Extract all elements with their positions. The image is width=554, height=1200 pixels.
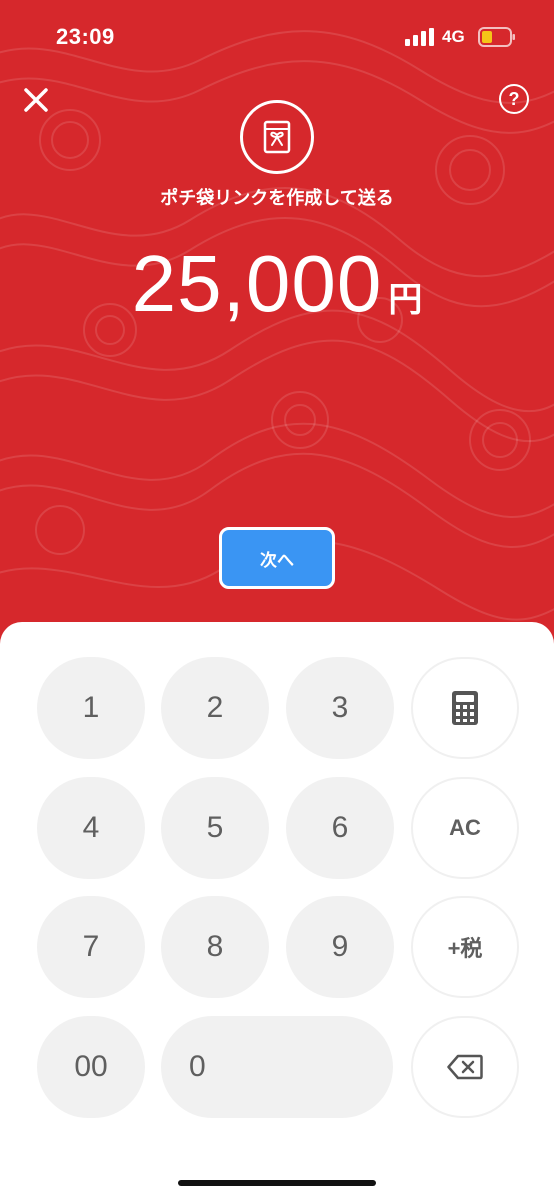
envelope-gift-icon bbox=[240, 100, 314, 174]
close-icon bbox=[24, 88, 48, 112]
key-0[interactable]: 0 bbox=[161, 1016, 393, 1118]
status-bar: 23:09 4G bbox=[0, 0, 554, 80]
amount-display: 25,000 円 bbox=[0, 238, 554, 330]
key-7[interactable]: 7 bbox=[37, 896, 145, 998]
close-button[interactable] bbox=[18, 82, 54, 118]
amount-value: 25,000 bbox=[131, 239, 383, 328]
hero-background: 23:09 4G ? ポチ袋リンクを作成して送る 25,000 円 次へ bbox=[0, 0, 554, 650]
backspace-button[interactable] bbox=[411, 1016, 519, 1118]
battery-icon bbox=[478, 26, 516, 53]
key-5[interactable]: 5 bbox=[161, 777, 269, 879]
key-4[interactable]: 4 bbox=[37, 777, 145, 879]
network-type: 4G bbox=[442, 27, 465, 46]
help-button[interactable]: ? bbox=[499, 84, 529, 114]
key-9[interactable]: 9 bbox=[286, 896, 394, 998]
key-00[interactable]: 00 bbox=[37, 1016, 145, 1118]
key-8[interactable]: 8 bbox=[161, 896, 269, 998]
key-1[interactable]: 1 bbox=[37, 657, 145, 759]
all-clear-button[interactable]: AC bbox=[411, 777, 519, 879]
signal-icon bbox=[405, 28, 435, 51]
backspace-icon bbox=[447, 1054, 483, 1080]
currency-label: 円 bbox=[388, 281, 423, 319]
help-icon: ? bbox=[508, 88, 520, 109]
page-subtitle: ポチ袋リンクを作成して送る bbox=[160, 188, 394, 208]
numeric-keypad: 1 2 3 4 5 6 AC 7 8 9 +税 00 0 bbox=[0, 622, 554, 1200]
add-tax-button[interactable]: +税 bbox=[411, 896, 519, 998]
calculator-button[interactable] bbox=[411, 657, 519, 759]
calculator-icon bbox=[452, 691, 478, 725]
key-6[interactable]: 6 bbox=[286, 777, 394, 879]
key-3[interactable]: 3 bbox=[286, 657, 394, 759]
key-2[interactable]: 2 bbox=[161, 657, 269, 759]
status-time: 23:09 bbox=[56, 24, 115, 49]
next-button[interactable]: 次へ bbox=[219, 527, 335, 589]
home-indicator bbox=[178, 1180, 376, 1186]
